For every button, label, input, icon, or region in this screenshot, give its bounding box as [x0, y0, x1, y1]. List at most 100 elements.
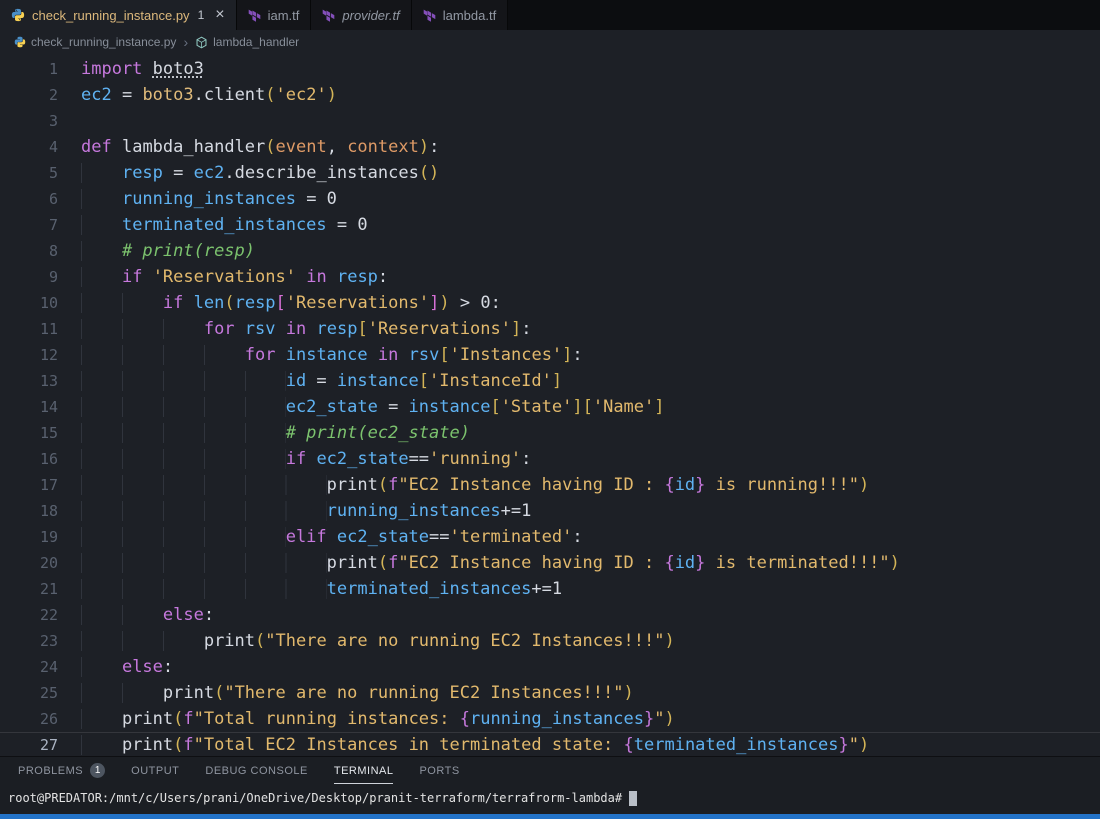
code-text: terminated_instances+=1 — [81, 576, 562, 602]
line-number[interactable]: 26 — [0, 706, 58, 732]
line-number[interactable]: 8 — [0, 238, 58, 264]
code-text: else: — [81, 602, 214, 628]
tab-label: check_running_instance.py — [32, 7, 190, 23]
terraform-file-icon — [423, 9, 436, 22]
method-symbol-icon — [195, 36, 208, 49]
code-text: running_instances+=1 — [81, 498, 531, 524]
tab-label: iam.tf — [267, 7, 300, 23]
line-number[interactable]: 5 — [0, 160, 58, 186]
breadcrumb-symbol-label: lambda_handler — [213, 35, 300, 49]
panel-tab-problems[interactable]: PROBLEMS 1 — [18, 757, 106, 784]
code-line-2[interactable]: 2 ec2 = boto3.client('ec2') — [0, 82, 1100, 108]
line-number[interactable]: 13 — [0, 368, 58, 394]
panel-tab-ports[interactable]: PORTS — [419, 757, 459, 784]
code-text: resp = ec2.describe_instances() — [81, 160, 439, 186]
code-text: ec2 = boto3.client('ec2') — [81, 85, 337, 105]
code-line-13[interactable]: 13 id = instance['InstanceId'] — [0, 368, 1100, 394]
code-line-22[interactable]: 22 else: — [0, 602, 1100, 628]
code-text: def lambda_handler(event, context): — [81, 137, 440, 157]
editor-tab-provider.tf[interactable]: provider.tf — [311, 0, 412, 30]
code-line-24[interactable]: 24 else: — [0, 654, 1100, 680]
editor-tab-lambda.tf[interactable]: lambda.tf — [411, 0, 509, 30]
code-line-15[interactable]: 15 # print(ec2_state) — [0, 420, 1100, 446]
terminal[interactable]: root@PREDATOR:/mnt/c/Users/prani/OneDriv… — [0, 784, 1100, 814]
code-text: id = instance['InstanceId'] — [81, 368, 562, 394]
code-line-18[interactable]: 18 running_instances+=1 — [0, 498, 1100, 524]
code-line-25[interactable]: 25 print("There are no running EC2 Insta… — [0, 680, 1100, 706]
code-line-21[interactable]: 21 terminated_instances+=1 — [0, 576, 1100, 602]
line-number[interactable]: 3 — [0, 108, 58, 134]
status-bar-edge — [0, 814, 1100, 819]
code-line-17[interactable]: 17 print(f"EC2 Instance having ID : {id}… — [0, 472, 1100, 498]
editor-tab-check_running_instance.py[interactable]: check_running_instance.py 1 × — [0, 0, 237, 30]
code-text: print(f"EC2 Instance having ID : {id} is… — [81, 472, 869, 498]
line-number[interactable]: 17 — [0, 472, 58, 498]
tab-label: provider.tf — [342, 7, 400, 23]
tab-modified-count: 1 — [197, 8, 205, 22]
code-text: else: — [81, 654, 173, 680]
terraform-file-icon — [322, 9, 335, 22]
line-number[interactable]: 16 — [0, 446, 58, 472]
code-line-6[interactable]: 6 running_instances = 0 — [0, 186, 1100, 212]
code-line-26[interactable]: 26 print(f"Total running instances: {run… — [0, 706, 1100, 732]
code-line-27[interactable]: 27 print(f"Total EC2 Instances in termin… — [0, 732, 1100, 756]
line-number[interactable]: 2 — [0, 82, 58, 108]
line-number[interactable]: 18 — [0, 498, 58, 524]
line-number[interactable]: 20 — [0, 550, 58, 576]
code-line-3[interactable]: 3 — [0, 108, 1100, 134]
line-number[interactable]: 1 — [0, 56, 58, 82]
close-icon[interactable]: × — [215, 7, 224, 23]
line-number[interactable]: 11 — [0, 316, 58, 342]
line-number[interactable]: 12 — [0, 342, 58, 368]
panel-tab-terminal[interactable]: TERMINAL — [334, 757, 394, 784]
code-line-7[interactable]: 7 terminated_instances = 0 — [0, 212, 1100, 238]
line-number[interactable]: 6 — [0, 186, 58, 212]
code-line-19[interactable]: 19 elif ec2_state=='terminated': — [0, 524, 1100, 550]
line-number[interactable]: 21 — [0, 576, 58, 602]
problems-count-badge: 1 — [90, 763, 106, 778]
code-text: # print(resp) — [81, 238, 255, 264]
line-number[interactable]: 15 — [0, 420, 58, 446]
line-number[interactable]: 25 — [0, 680, 58, 706]
line-number[interactable]: 23 — [0, 628, 58, 654]
code-line-8[interactable]: 8 # print(resp) — [0, 238, 1100, 264]
breadcrumb-file-label: check_running_instance.py — [31, 35, 177, 49]
code-text: print(f"Total EC2 Instances in terminate… — [81, 732, 869, 756]
code-line-16[interactable]: 16 if ec2_state=='running': — [0, 446, 1100, 472]
code-text: if 'Reservations' in resp: — [81, 264, 388, 290]
breadcrumb-symbol[interactable]: lambda_handler — [195, 35, 299, 49]
code-line-23[interactable]: 23 print("There are no running EC2 Insta… — [0, 628, 1100, 654]
code-editor[interactable]: 1 import boto3 2 ec2 = boto3.client('ec2') 3… — [0, 54, 1100, 756]
code-line-9[interactable]: 9 if 'Reservations' in resp: — [0, 264, 1100, 290]
code-text: if ec2_state=='running': — [81, 446, 531, 472]
code-line-20[interactable]: 20 print(f"EC2 Instance having ID : {id}… — [0, 550, 1100, 576]
line-number[interactable]: 9 — [0, 264, 58, 290]
breadcrumb-file[interactable]: check_running_instance.py — [14, 35, 176, 49]
code-line-10[interactable]: 10 if len(resp['Reservations']) > 0: — [0, 290, 1100, 316]
code-line-4[interactable]: 4 def lambda_handler(event, context): — [0, 134, 1100, 160]
line-number[interactable]: 7 — [0, 212, 58, 238]
code-text: if len(resp['Reservations']) > 0: — [81, 290, 501, 316]
terraform-file-icon — [248, 9, 261, 22]
python-file-icon — [14, 36, 26, 48]
code-line-12[interactable]: 12 for instance in rsv['Instances']: — [0, 342, 1100, 368]
editor-tab-iam.tf[interactable]: iam.tf — [236, 0, 312, 30]
line-number[interactable]: 4 — [0, 134, 58, 160]
line-number[interactable]: 19 — [0, 524, 58, 550]
panel-tab-output[interactable]: OUTPUT — [131, 757, 179, 784]
line-number[interactable]: 24 — [0, 654, 58, 680]
line-number[interactable]: 22 — [0, 602, 58, 628]
code-line-11[interactable]: 11 for rsv in resp['Reservations']: — [0, 316, 1100, 342]
line-number[interactable]: 27 — [0, 732, 58, 756]
code-line-5[interactable]: 5 resp = ec2.describe_instances() — [0, 160, 1100, 186]
panel-tab-debug-console[interactable]: DEBUG CONSOLE — [205, 757, 307, 784]
code-text: running_instances = 0 — [81, 186, 337, 212]
terminal-prompt: root@PREDATOR:/mnt/c/Users/prani/OneDriv… — [8, 791, 623, 805]
line-number[interactable]: 10 — [0, 290, 58, 316]
breadcrumb: check_running_instance.py › lambda_handl… — [0, 30, 1100, 54]
line-number[interactable]: 14 — [0, 394, 58, 420]
code-text: print(f"Total running instances: {runnin… — [81, 706, 675, 732]
code-line-1[interactable]: 1 import boto3 — [0, 56, 1100, 82]
code-line-14[interactable]: 14 ec2_state = instance['State']['Name'] — [0, 394, 1100, 420]
